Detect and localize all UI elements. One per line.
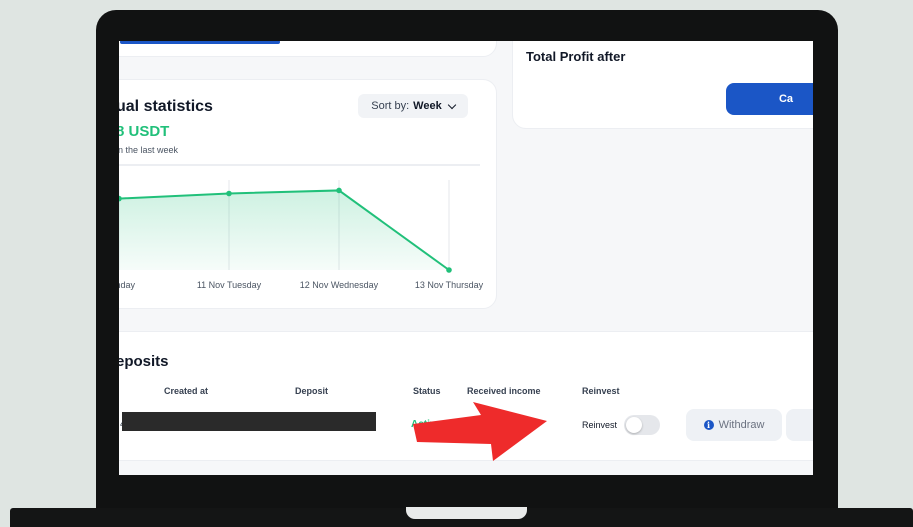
column-deposit: Deposit (295, 386, 329, 396)
redacted-block (122, 412, 376, 431)
profit-title: Total Profit after (526, 49, 626, 64)
column-received-income: Received income (467, 386, 541, 396)
statistics-caption: in the last week (119, 145, 179, 155)
reinvest-label: Reinvest (582, 420, 618, 430)
withdraw-button[interactable]: i Withdraw (686, 409, 782, 441)
sort-label: Sort by: (371, 100, 410, 112)
column-status: Status (413, 386, 441, 396)
chevron-down-icon (447, 100, 456, 109)
chart-point-2 (336, 187, 342, 194)
top-card-button[interactable] (120, 41, 280, 44)
secondary-action-button[interactable] (786, 409, 813, 441)
sort-dropdown[interactable]: Sort by: Week (358, 94, 468, 118)
toggle-knob (626, 417, 642, 433)
reinvest-toggle[interactable] (624, 415, 660, 435)
column-reinvest: Reinvest (582, 386, 620, 396)
statistics-amount: 8 USDT (119, 123, 170, 140)
column-created-at: Created at (164, 386, 209, 396)
deposits-title: eposits (119, 353, 169, 370)
statistics-title: ual statistics (119, 98, 213, 115)
profit-action-button[interactable]: Ca (726, 83, 813, 115)
top-card (119, 41, 497, 57)
chart-tick-label-0: Monday (119, 280, 136, 290)
info-icon: i (703, 420, 714, 430)
chart-tick-label-1: 11 Nov Tuesday (197, 280, 262, 290)
chart-tick-label-3: 13 Nov Thursday (415, 280, 484, 290)
chart-point-1 (226, 190, 232, 197)
statistics-chart: Monday 11 Nov Tuesday 12 Nov Wednesday 13 N… (119, 164, 484, 290)
withdraw-label: Withdraw (718, 419, 765, 431)
annotation-arrow (413, 402, 547, 461)
chart-area (119, 190, 449, 270)
chart-point-3 (446, 267, 452, 273)
annotation-arrow-shape (413, 402, 547, 461)
sort-value: Week (413, 100, 442, 112)
statistics-card: ual statistics 8 USDT in the last week S… (119, 79, 497, 309)
laptop-notch (406, 507, 527, 519)
chart-tick-label-2: 12 Nov Wednesday (300, 280, 379, 290)
profit-card: Total Profit after Ca (512, 41, 813, 129)
